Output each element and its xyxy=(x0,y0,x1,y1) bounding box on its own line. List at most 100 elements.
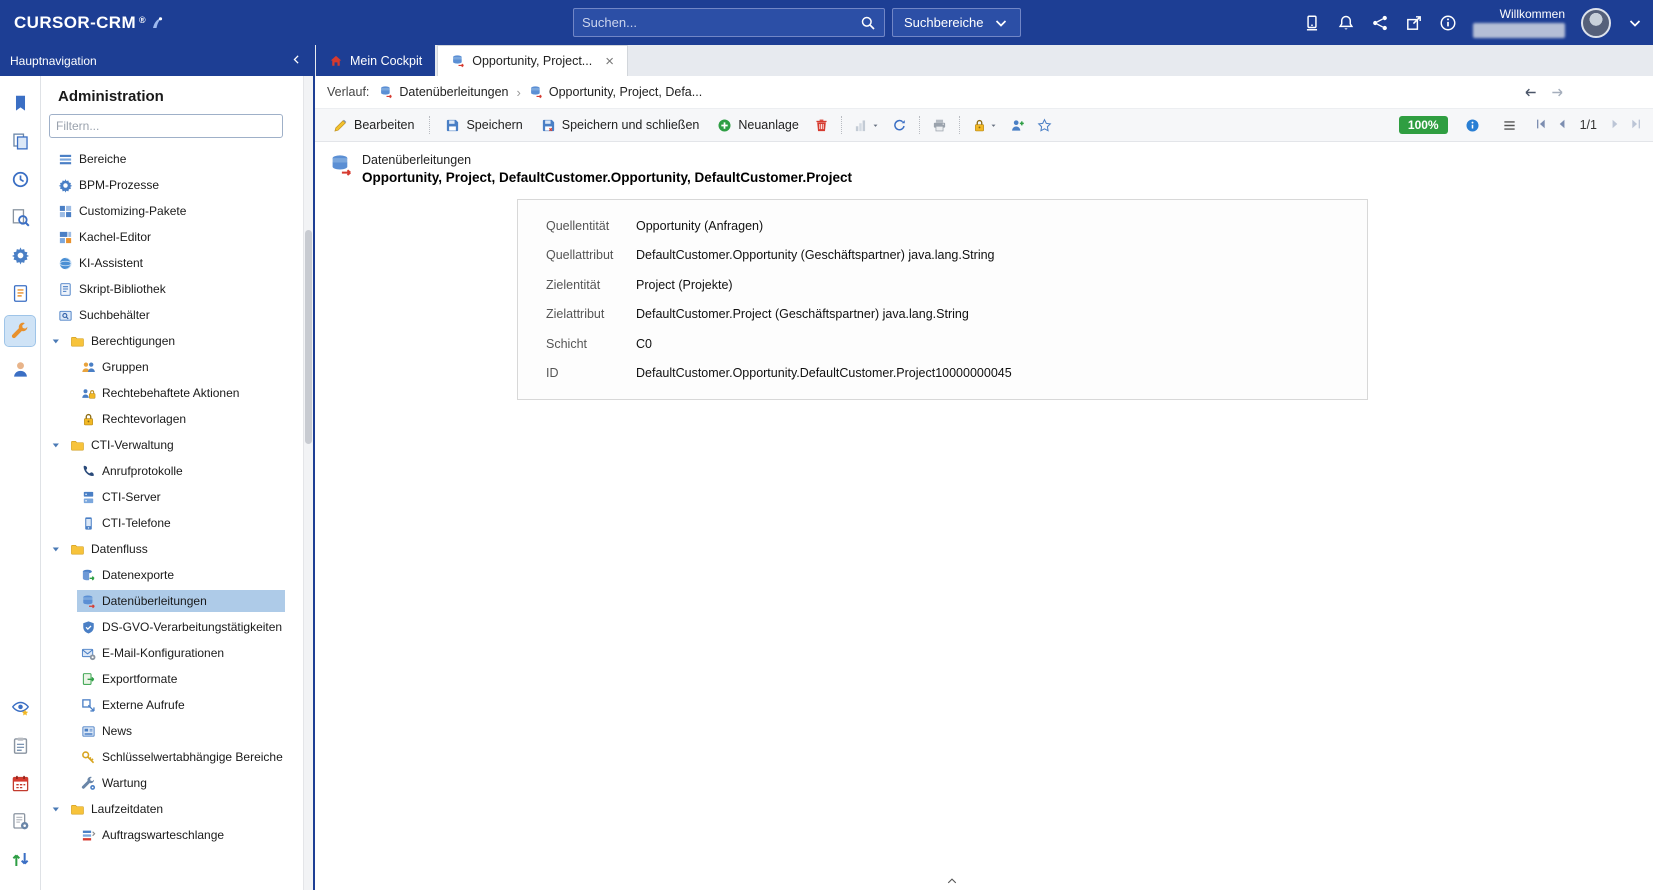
breadcrumb-item[interactable]: Datenüberleitungen xyxy=(379,85,508,99)
favorite-button[interactable] xyxy=(1032,114,1057,137)
share-icon xyxy=(1371,14,1389,32)
chevron-down-icon[interactable] xyxy=(49,804,64,815)
rail-document-settings[interactable] xyxy=(5,806,35,836)
panel-collapse-handle[interactable] xyxy=(944,875,960,890)
chev-up-icon[interactable] xyxy=(944,875,960,887)
field-label: Schicht xyxy=(546,337,636,351)
chart-export-icon xyxy=(854,118,869,133)
edit-button[interactable]: Bearbeiten xyxy=(325,114,422,137)
refresh-button[interactable] xyxy=(887,114,912,137)
avatar[interactable] xyxy=(1581,8,1611,38)
save-button[interactable]: Speichern xyxy=(437,114,530,137)
sidebar-item-label: DS-GVO-Verarbeitungstätigkeiten xyxy=(102,620,282,634)
sidebar-item[interactable]: Kachel-Editor xyxy=(41,224,285,250)
sidebar-item[interactable]: DS-GVO-Verarbeitungstätigkeiten xyxy=(41,614,285,640)
save-close-button[interactable]: Speichern und schließen xyxy=(533,114,708,137)
tab-close-icon[interactable]: × xyxy=(605,54,614,69)
doc-icon xyxy=(11,284,30,303)
notifications-button[interactable] xyxy=(1337,14,1355,32)
rail-admin-tools[interactable] xyxy=(5,316,35,346)
sidebar-item[interactable]: Customizing-Pakete xyxy=(41,198,285,224)
rail-notes[interactable] xyxy=(5,730,35,760)
sidebar-item[interactable]: Laufzeitdaten xyxy=(41,796,285,822)
rail-settings[interactable] xyxy=(5,240,35,270)
sidebar-item[interactable]: Gruppen xyxy=(41,354,285,380)
tab-active[interactable]: Opportunity, Project...× xyxy=(437,45,628,76)
welcome-block: Willkommen xyxy=(1473,7,1565,38)
last-page-button[interactable] xyxy=(1629,117,1643,134)
export-button[interactable] xyxy=(849,114,885,137)
chevron-down-icon[interactable] xyxy=(49,336,64,347)
sidebar-item[interactable]: CTI-Server xyxy=(41,484,285,510)
sidebar-item[interactable]: Rechtevorlagen xyxy=(41,406,285,432)
assign-user-button[interactable] xyxy=(1005,114,1030,137)
sidebar-item-label: Datenexporte xyxy=(102,568,174,582)
copies-icon xyxy=(11,132,30,151)
rail-contacts[interactable] xyxy=(5,354,35,384)
back-arrow-icon[interactable] xyxy=(1523,85,1538,100)
rail-history[interactable] xyxy=(5,164,35,194)
chevron-down-icon[interactable] xyxy=(49,544,64,555)
scrollbar-thumb[interactable] xyxy=(305,230,312,444)
sidebar-item[interactable]: Bereiche xyxy=(41,146,285,172)
fwd-arrow-icon[interactable] xyxy=(1550,85,1565,100)
search-input[interactable] xyxy=(582,15,860,30)
delete-button[interactable] xyxy=(809,114,834,137)
sidebar-item[interactable]: CTI-Telefone xyxy=(41,510,285,536)
search-areas-button[interactable]: Suchbereiche xyxy=(892,8,1021,37)
lock-icon xyxy=(972,118,987,133)
sidebar-item[interactable]: Auftragswarteschlange xyxy=(41,822,285,848)
sidebar-item[interactable]: Skript-Bibliothek xyxy=(41,276,285,302)
rail-windows[interactable] xyxy=(5,126,35,156)
sidebar-item[interactable]: Datenfluss xyxy=(41,536,285,562)
rail-watchlist[interactable] xyxy=(5,692,35,722)
sidebar-item[interactable]: Rechtebehaftete Aktionen xyxy=(41,380,285,406)
help-button[interactable] xyxy=(1439,14,1457,32)
sidebar-item[interactable]: Datenüberleitungen xyxy=(41,588,285,614)
collapse-sidebar-icon[interactable] xyxy=(290,53,303,66)
menu-button[interactable] xyxy=(1497,114,1522,137)
pg-first-icon xyxy=(1534,117,1548,131)
tab-cockpit[interactable]: Mein Cockpit xyxy=(316,45,435,76)
calendar-icon xyxy=(11,774,30,793)
sidebar-item[interactable]: Exportformate xyxy=(41,666,285,692)
sidebar-item[interactable]: News xyxy=(41,718,285,744)
tab-label: Mein Cockpit xyxy=(350,54,422,68)
breadcrumb-item[interactable]: Opportunity, Project, Defa... xyxy=(529,85,702,99)
permissions-button[interactable] xyxy=(967,114,1003,137)
first-page-button[interactable] xyxy=(1534,117,1548,134)
sidebar-item[interactable]: KI-Assistent xyxy=(41,250,285,276)
info-blue-icon xyxy=(1465,118,1480,133)
filter-input[interactable] xyxy=(56,119,276,133)
open-in-window-button[interactable] xyxy=(1405,14,1423,32)
sidebar-scrollbar[interactable] xyxy=(303,76,313,890)
sidebar-item[interactable]: Suchbehälter xyxy=(41,302,285,328)
print-button[interactable] xyxy=(927,114,952,137)
rail-calendar[interactable] xyxy=(5,768,35,798)
topbar: CURSOR-CRM® Suchbereiche Willkommen xyxy=(0,0,1653,45)
rail-data-transfer[interactable] xyxy=(5,844,35,874)
magnifier-icon[interactable] xyxy=(860,15,876,31)
sidebar-item[interactable]: Externe Aufrufe xyxy=(41,692,285,718)
new-record-button[interactable]: Neuanlage xyxy=(709,114,806,137)
sidebar-item[interactable]: Wartung xyxy=(41,770,285,796)
chevron-down-icon[interactable] xyxy=(1627,15,1643,31)
prev-page-button[interactable] xyxy=(1555,117,1569,134)
rail-favorites[interactable] xyxy=(5,88,35,118)
printer-icon xyxy=(932,118,947,133)
sidebar-item[interactable]: Datenexporte xyxy=(41,562,285,588)
share-button[interactable] xyxy=(1371,14,1389,32)
rail-detail-search[interactable] xyxy=(5,202,35,232)
sidebar-item[interactable]: BPM-Prozesse xyxy=(41,172,285,198)
sidebar-item[interactable]: Anrufprotokolle xyxy=(41,458,285,484)
sidebar-item[interactable]: CTI-Verwaltung xyxy=(41,432,285,458)
sidebar-item[interactable]: E-Mail-Konfigurationen xyxy=(41,640,285,666)
sidebar-item-label: Kachel-Editor xyxy=(79,230,151,244)
device-button[interactable] xyxy=(1303,14,1321,32)
chevron-down-icon[interactable] xyxy=(49,440,64,451)
sidebar-item[interactable]: Schlüsselwertabhängige Bereiche xyxy=(41,744,285,770)
rail-documents[interactable] xyxy=(5,278,35,308)
info-button[interactable] xyxy=(1460,114,1485,137)
sidebar-item[interactable]: Berechtigungen xyxy=(41,328,285,354)
next-page-button[interactable] xyxy=(1608,117,1622,134)
